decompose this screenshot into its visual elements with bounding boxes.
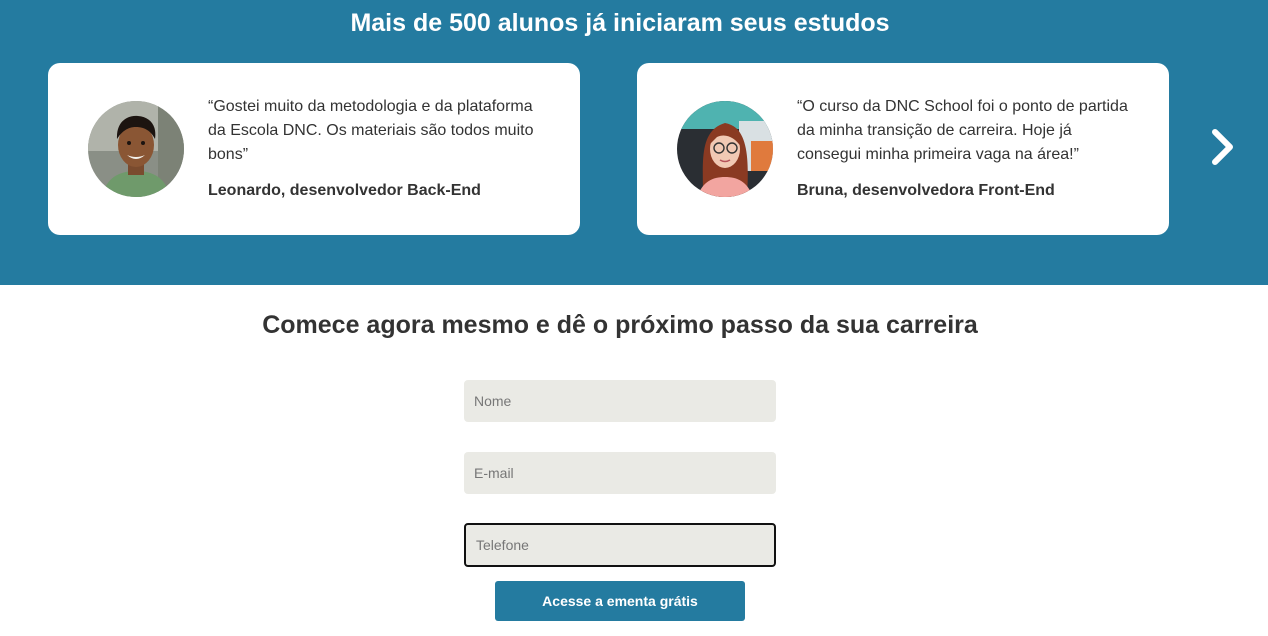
avatar <box>88 101 184 197</box>
testimonial-card: “Gostei muito da metodologia e da plataf… <box>48 63 580 235</box>
phone-field[interactable] <box>464 523 776 567</box>
testimonial-quote: “Gostei muito da metodologia e da plataf… <box>208 98 534 163</box>
testimonials-title: Mais de 500 alunos já iniciaram seus est… <box>350 9 890 37</box>
testimonial-author: Bruna, desenvolvedora Front-End <box>797 182 1055 199</box>
email-field[interactable] <box>464 452 776 494</box>
signup-title: Comece agora mesmo e dê o próximo passo … <box>262 311 978 339</box>
testimonial-card: “O curso da DNC School foi o ponto de pa… <box>637 63 1169 235</box>
avatar <box>677 101 773 197</box>
testimonial-quote: “O curso da DNC School foi o ponto de pa… <box>797 98 1128 163</box>
testimonials-section: Mais de 500 alunos já iniciaram seus est… <box>0 0 1268 285</box>
chevron-right-icon <box>1212 129 1233 165</box>
submit-button[interactable]: Acesse a ementa grátis <box>495 581 745 621</box>
carousel-next-button[interactable] <box>1204 124 1244 170</box>
student-photo-leonardo <box>88 101 184 197</box>
testimonial-author: Leonardo, desenvolvedor Back-End <box>208 182 481 199</box>
student-photo-bruna <box>677 101 773 197</box>
name-field[interactable] <box>464 380 776 422</box>
